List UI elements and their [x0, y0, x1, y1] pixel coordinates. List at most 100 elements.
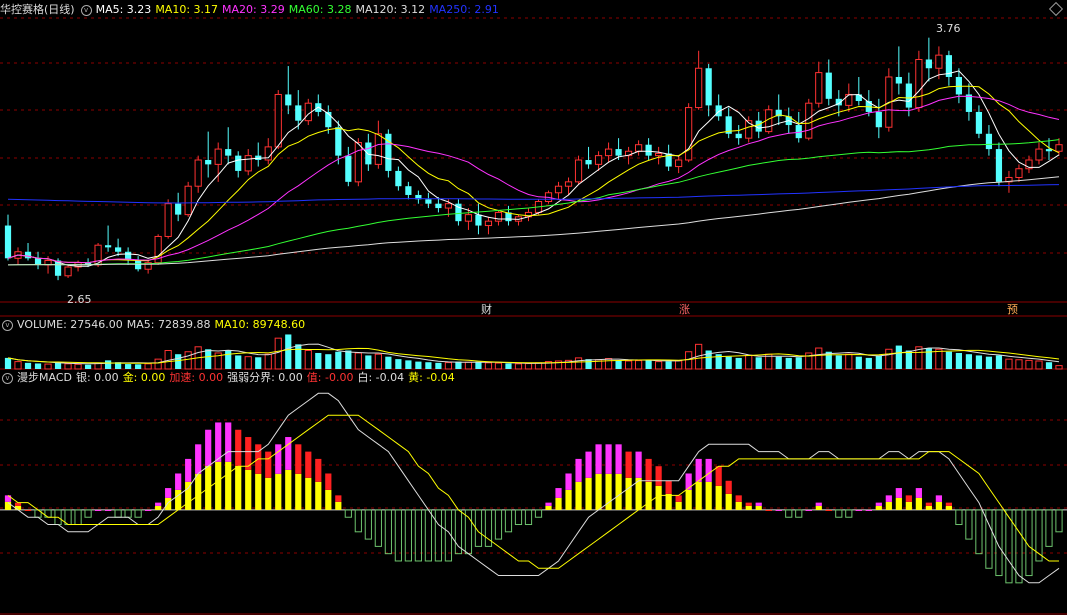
candle-down [24, 251, 32, 259]
legend-item: MA120: 3.12 [355, 3, 426, 16]
candle-up [554, 185, 563, 194]
volume-bar-up [244, 356, 252, 370]
candle-up [1015, 168, 1023, 178]
legend-item: 加速: 0.00 [169, 371, 224, 384]
volume-bar-up [745, 354, 753, 370]
volume-bar-up [154, 358, 162, 370]
volume-bar-down [425, 362, 432, 369]
marker-zhang[interactable]: 涨 [679, 303, 690, 316]
volume-bar-up [655, 361, 663, 370]
macd-bar-yellow [885, 501, 892, 510]
volume-bar-up [624, 360, 633, 370]
macd-bar-accel [545, 502, 552, 506]
candle-up [484, 220, 493, 227]
volume-bar-down [475, 361, 482, 369]
macd-bar-yellow [585, 477, 592, 510]
volume-bar-down [335, 351, 342, 369]
volume-bar-down [925, 348, 932, 369]
legend-item: MA250: 2.91 [429, 3, 499, 16]
candle-down [705, 68, 712, 106]
candle-down [475, 214, 482, 226]
volume-bar-up [574, 357, 583, 370]
candle-down [34, 258, 42, 265]
candle-up [1055, 144, 1063, 152]
price-legend-bar: 华控赛格(日线) v MA5: 3.23 MA10: 3.17 MA20: 3.29 MA… [0, 2, 507, 18]
macd-bar-accel [595, 444, 602, 474]
candle-up [194, 159, 202, 187]
legend-item: MA10: 3.17 [155, 3, 219, 16]
candle-down [335, 127, 342, 156]
macd-bar-accel [895, 488, 902, 498]
volume-bar-down [395, 359, 402, 369]
macd-bar-yellow [725, 493, 732, 510]
candle-up [634, 144, 643, 152]
volume-bar-up [44, 363, 52, 370]
marker-yu[interactable]: 预 [1007, 303, 1018, 316]
volume-bar-down [255, 357, 262, 369]
legend-item: MA5: 72839.88 [126, 318, 211, 331]
macd-bar-yellow [665, 493, 672, 510]
macd-bar-accel [24, 509, 32, 511]
candle-down [875, 111, 882, 128]
macd-bar-yellow [935, 501, 942, 510]
volume-bar-up [685, 351, 693, 370]
volume-bar-down [785, 357, 792, 369]
macd-bar-accel [725, 480, 732, 494]
macd-bar-accel [805, 509, 812, 511]
volume-bar-down [125, 364, 132, 369]
macd-bar-yellow [215, 461, 222, 510]
volume-bar-down [345, 350, 352, 369]
chevron-down-icon[interactable]: v [2, 372, 13, 384]
macd-bar-accel [325, 473, 332, 490]
macd-bar-yellow [815, 505, 822, 510]
macd-legend-bar: v 漫步MACD 银: 0.00 金: 0.00 加速: 0.00 强弱分界: 0.00 值… [0, 370, 463, 386]
candle-up [845, 93, 853, 106]
volume-bar-up [1005, 358, 1013, 370]
volume-bar-down [985, 356, 993, 369]
volume-bar-down [175, 354, 182, 369]
macd-bar-yellow [185, 481, 192, 510]
legend-item: 金: 0.00 [122, 371, 166, 384]
candle-down [735, 133, 742, 139]
volume-bar-up [1035, 360, 1043, 370]
volume-bar-up [64, 363, 72, 370]
candle-down [235, 155, 242, 171]
macd-bar-accel [855, 509, 862, 511]
legend-item: 值: -0.00 [306, 371, 354, 384]
candle-up [164, 203, 172, 237]
macd-bar-yellow [545, 505, 552, 510]
macd-bar-yellow [555, 497, 562, 510]
chevron-down-icon[interactable]: v [80, 4, 92, 16]
macd-bar-accel [745, 502, 752, 506]
macd-bar-yellow [175, 489, 182, 510]
volume-bar-up [374, 353, 382, 370]
candle-down [405, 186, 412, 195]
volume-bar-down [4, 357, 12, 369]
marker-cai[interactable]: 财 [481, 302, 492, 316]
macd-bar-accel [305, 451, 312, 478]
macd-bar-accel [145, 509, 152, 511]
macd-bar-accel [925, 502, 932, 506]
candle-down [135, 260, 142, 270]
legend-item: 白: -0.04 [357, 371, 405, 384]
legend-item: VOLUME: 27546.00 [17, 318, 123, 331]
volume-bar-down [365, 355, 372, 369]
candle-down [225, 149, 232, 156]
candle-up [805, 102, 813, 139]
candle-up [574, 159, 583, 183]
macd-bar-accel [695, 458, 702, 482]
chevron-down-icon[interactable]: v [2, 319, 13, 331]
volume-bar-up [935, 348, 943, 370]
volume-bar-down [84, 364, 92, 369]
candle-down [115, 247, 122, 252]
volume-bar-up [815, 347, 823, 370]
candle-up [685, 107, 693, 161]
volume-bar-down [405, 360, 412, 369]
macd-bar-accel [295, 444, 302, 474]
volume-bar-up [885, 348, 893, 370]
volume-bar-down [135, 364, 142, 369]
volume-bar-down [825, 351, 832, 369]
candle-up [1035, 148, 1043, 161]
macd-bar-yellow [895, 497, 902, 510]
macd-bar-accel [335, 495, 342, 502]
